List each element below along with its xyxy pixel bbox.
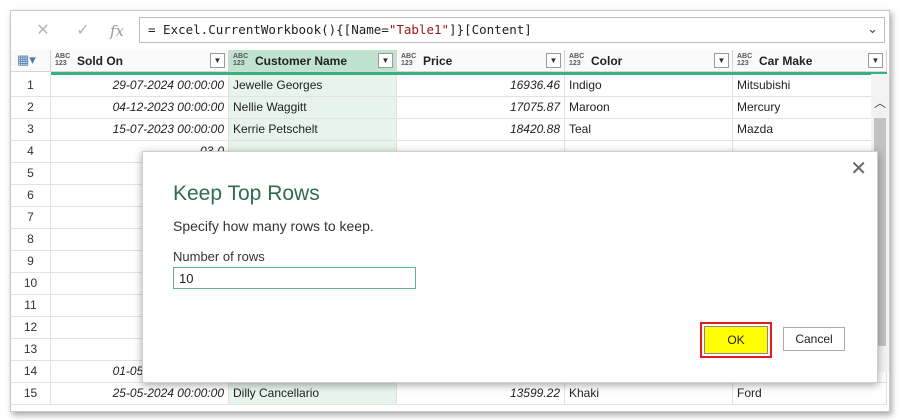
row-number: 10 bbox=[11, 273, 51, 295]
column-header[interactable]: ABC 123 Sold On ▼ bbox=[51, 50, 229, 72]
row-number: 2 bbox=[11, 97, 51, 119]
table-row[interactable]: 2 04-12-2023 00:00:00 Nellie Waggitt 17075.… bbox=[11, 97, 887, 119]
chevron-down-icon[interactable]: ⌄ bbox=[867, 18, 878, 42]
close-icon[interactable]: ✕ bbox=[850, 156, 867, 180]
filter-dropdown-icon[interactable]: ▼ bbox=[868, 53, 883, 68]
dialog-title: Keep Top Rows bbox=[173, 182, 320, 205]
column-name: Sold On bbox=[77, 54, 123, 68]
type-icon[interactable]: ABC 123 bbox=[737, 53, 752, 67]
table-cell-make[interactable]: Ford bbox=[733, 383, 887, 405]
type-icon[interactable]: ABC 123 bbox=[233, 53, 248, 67]
table-cell-customer[interactable]: Nellie Waggitt bbox=[229, 97, 397, 119]
column-header[interactable]: ABC 123 Car Make ▼ bbox=[733, 50, 887, 72]
row-number: 11 bbox=[11, 295, 51, 317]
column-header[interactable]: ABC 123 Price ▼ bbox=[397, 50, 565, 72]
keep-top-rows-dialog: ✕ Keep Top Rows Specify how many rows to… bbox=[142, 151, 878, 383]
ok-highlight-box: OK bbox=[700, 322, 772, 358]
row-number: 15 bbox=[11, 383, 51, 405]
row-number: 14 bbox=[11, 361, 51, 383]
table-menu-icon[interactable]: ▦▾ bbox=[11, 50, 51, 72]
table-cell-sold-on[interactable]: 15-07-2023 00:00:00 bbox=[51, 119, 229, 141]
table-cell-sold-on[interactable]: 29-07-2024 00:00:00 bbox=[51, 75, 229, 97]
type-icon[interactable]: ABC 123 bbox=[569, 53, 584, 67]
table-cell-color[interactable]: Indigo bbox=[565, 75, 733, 97]
table-row[interactable]: 1 29-07-2024 00:00:00 Jewelle Georges 16936… bbox=[11, 75, 887, 97]
number-of-rows-input[interactable] bbox=[173, 267, 416, 289]
table-cell-customer[interactable]: Dilly Cancellario bbox=[229, 383, 397, 405]
table-cell-make[interactable]: Mitsubishi bbox=[733, 75, 887, 97]
filter-dropdown-icon[interactable]: ▼ bbox=[210, 53, 225, 68]
filter-dropdown-icon[interactable]: ▼ bbox=[378, 53, 393, 68]
column-name: Customer Name bbox=[255, 54, 348, 68]
row-number: 4 bbox=[11, 141, 51, 163]
filter-dropdown-icon[interactable]: ▼ bbox=[714, 53, 729, 68]
table-cell-color[interactable]: Teal bbox=[565, 119, 733, 141]
row-number: 1 bbox=[11, 75, 51, 97]
row-number: 6 bbox=[11, 185, 51, 207]
table-cell-color[interactable]: Khaki bbox=[565, 383, 733, 405]
commit-formula-icon[interactable]: ✓ bbox=[73, 21, 93, 41]
formula-suffix: ]}[Content] bbox=[449, 22, 532, 37]
filter-dropdown-icon[interactable]: ▼ bbox=[546, 53, 561, 68]
type-icon[interactable]: ABC 123 bbox=[401, 53, 416, 67]
table-cell-customer[interactable]: Jewelle Georges bbox=[229, 75, 397, 97]
column-header[interactable]: ABC 123 Color ▼ bbox=[565, 50, 733, 72]
table-row[interactable]: 15 25-05-2024 00:00:00 Dilly Cancellario 13… bbox=[11, 383, 887, 405]
formula-bar: ✕ ✓ fx = Excel.CurrentWorkbook(){[Name="… bbox=[11, 11, 889, 49]
cancel-formula-icon[interactable]: ✕ bbox=[33, 21, 53, 41]
scroll-up-icon[interactable]: ︿ bbox=[871, 94, 889, 112]
number-of-rows-label: Number of rows bbox=[173, 249, 265, 264]
row-number: 5 bbox=[11, 163, 51, 185]
column-name: Color bbox=[591, 54, 623, 68]
table-cell-price[interactable]: 18420.88 bbox=[397, 119, 565, 141]
table-cell-make[interactable]: Mazda bbox=[733, 119, 887, 141]
row-number: 7 bbox=[11, 207, 51, 229]
column-header[interactable]: ABC 123 Customer Name ▼ bbox=[229, 50, 397, 72]
table-cell-price[interactable]: 16936.46 bbox=[397, 75, 565, 97]
table-cell-sold-on[interactable]: 25-05-2024 00:00:00 bbox=[51, 383, 229, 405]
row-number: 8 bbox=[11, 229, 51, 251]
column-name: Price bbox=[423, 54, 453, 68]
power-query-window: ✕ ✓ fx = Excel.CurrentWorkbook(){[Name="… bbox=[10, 10, 890, 412]
row-number: 9 bbox=[11, 251, 51, 273]
table-cell-price[interactable]: 17075.87 bbox=[397, 97, 565, 119]
formula-string: "Table1" bbox=[388, 22, 450, 37]
type-icon[interactable]: ABC 123 bbox=[55, 53, 70, 67]
formula-input[interactable]: = Excel.CurrentWorkbook(){[Name="Table1"… bbox=[139, 17, 885, 43]
cancel-button[interactable]: Cancel bbox=[783, 327, 845, 351]
column-name: Car Make bbox=[759, 54, 813, 68]
table-row[interactable]: 3 15-07-2023 00:00:00 Kerrie Petschelt 1842… bbox=[11, 119, 887, 141]
row-number: 13 bbox=[11, 339, 51, 361]
fx-icon[interactable]: fx bbox=[107, 21, 127, 41]
row-number: 3 bbox=[11, 119, 51, 141]
ok-button[interactable]: OK bbox=[704, 326, 768, 354]
table-cell-color[interactable]: Maroon bbox=[565, 97, 733, 119]
formula-prefix: = Excel.CurrentWorkbook(){[Name= bbox=[148, 22, 389, 37]
row-number: 12 bbox=[11, 317, 51, 339]
table-cell-make[interactable]: Mercury bbox=[733, 97, 887, 119]
table-cell-customer[interactable]: Kerrie Petschelt bbox=[229, 119, 397, 141]
table-cell-price[interactable]: 13599.22 bbox=[397, 383, 565, 405]
table-cell-sold-on[interactable]: 04-12-2023 00:00:00 bbox=[51, 97, 229, 119]
dialog-description: Specify how many rows to keep. bbox=[173, 218, 374, 234]
